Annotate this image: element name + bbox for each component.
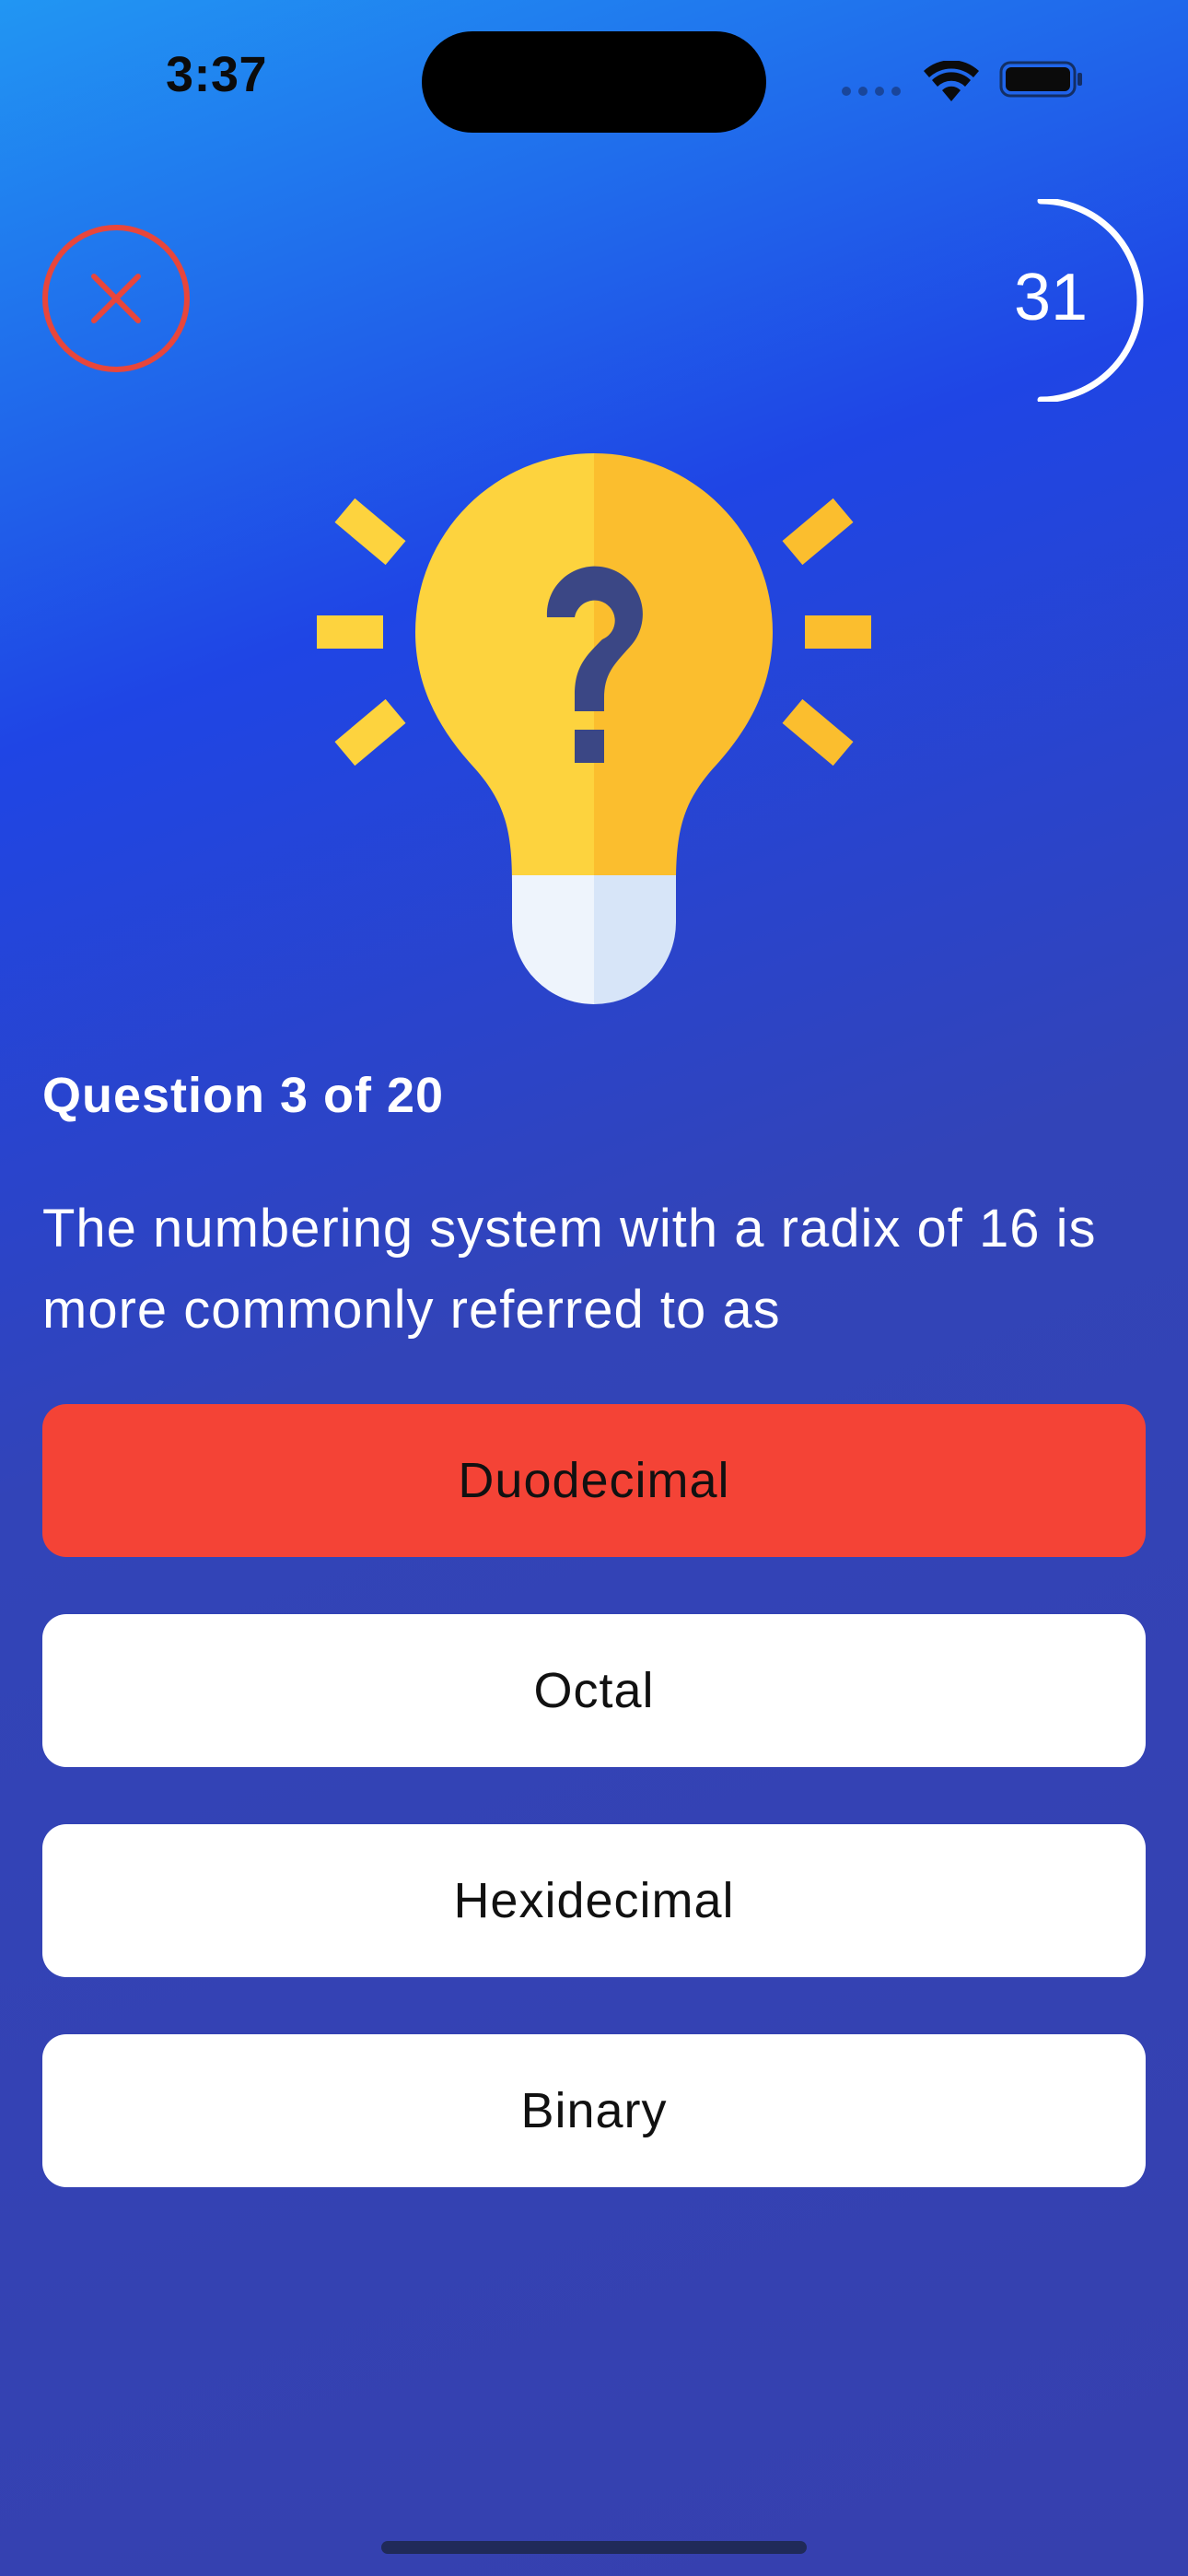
question-counter: Question 3 of 20 <box>42 1068 445 1123</box>
close-button[interactable] <box>42 225 190 372</box>
home-indicator[interactable] <box>381 2541 807 2554</box>
dynamic-island <box>422 31 766 133</box>
cellular-signal-icon <box>842 87 904 96</box>
wifi-icon <box>924 61 979 101</box>
close-icon <box>91 274 141 323</box>
lightbulb-question-icon <box>317 453 871 1004</box>
answer-option-duodecimal[interactable]: Duodecimal <box>42 1404 1146 1557</box>
answer-option-hexidecimal[interactable]: Hexidecimal <box>42 1824 1146 1977</box>
answer-option-octal[interactable]: Octal <box>42 1614 1146 1767</box>
battery-icon <box>999 61 1082 98</box>
timer-value: 31 <box>1013 261 1089 334</box>
question-text: The numbering system with a radix of 16 … <box>42 1199 1097 1340</box>
answer-option-binary[interactable]: Binary <box>42 2034 1146 2187</box>
status-time: 3:37 <box>166 47 268 102</box>
